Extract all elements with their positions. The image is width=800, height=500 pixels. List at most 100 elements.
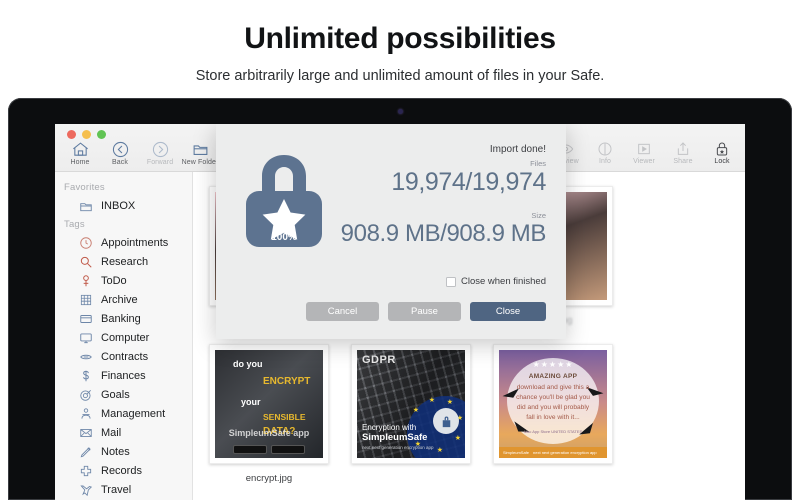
home-icon — [72, 141, 89, 158]
sidebar-header-favorites: Favorites — [64, 182, 105, 193]
sidebar-label-goals: Goals — [101, 388, 130, 401]
sidebar-item-appointments[interactable]: Appointments — [55, 233, 192, 252]
sidebar-label-appointments: Appointments — [101, 236, 169, 249]
close-button[interactable]: Close — [470, 302, 546, 321]
sidebar-item-research[interactable]: Research — [55, 252, 192, 271]
sidebar-label-mail: Mail — [101, 426, 122, 439]
sidebar-item-management[interactable]: Management — [55, 404, 192, 423]
toolbar-button-share[interactable]: Share — [668, 141, 698, 165]
forward-icon — [152, 141, 169, 158]
toolbar-button-lock[interactable]: Lock — [707, 141, 737, 165]
archive-icon — [79, 293, 93, 307]
promo-header: Unlimited possibilities Store arbitraril… — [0, 0, 800, 84]
pause-button[interactable]: Pause — [388, 302, 461, 321]
share-icon — [675, 141, 691, 157]
folder-icon — [79, 199, 93, 213]
progress-lock-icon: 100% — [242, 149, 326, 254]
sidebar-item-records[interactable]: Records — [55, 461, 192, 480]
sidebar-item-finances[interactable]: Finances — [55, 366, 192, 385]
sidebar-label-management: Management — [101, 407, 166, 420]
sidebar-header-tags: Tags — [64, 219, 85, 230]
sidebar-item-computer[interactable]: Computer — [55, 328, 192, 347]
sidebar-item-notes[interactable]: Notes — [55, 442, 192, 461]
amazing-source: Mac App Store UNITED STATES — [523, 429, 583, 434]
sidebar-label-todo: ToDo — [101, 274, 127, 287]
sidebar-label-travel: Travel — [101, 483, 132, 496]
mac-app-store-badge — [233, 445, 267, 454]
card-icon — [79, 312, 93, 326]
sidebar-item-goals[interactable]: Goals — [55, 385, 192, 404]
sidebar-label-inbox: INBOX — [101, 199, 136, 212]
encrypt-brand: SimpleumSafe app — [228, 428, 310, 438]
close-when-finished-label: Close when finished — [460, 276, 546, 287]
amazing-footer-brand: SimpleumSafe — [503, 450, 530, 455]
clock-icon — [79, 236, 93, 250]
toolbar-label-lock: Lock — [714, 158, 730, 165]
sidebar-label-archive: Archive — [101, 293, 138, 306]
thumbnail-art-amazing: ★★★★★ AMAZING APP download and give this… — [499, 350, 607, 458]
plus-icon — [79, 464, 93, 478]
encrypt-line4: SENSIBLE — [263, 412, 306, 422]
gdpr-badge: GDPR — [362, 354, 396, 366]
file-item-encrypt[interactable]: do you ENCRYPT your SENSIBLE DATA? Simpl… — [209, 344, 329, 484]
sidebar-label-records: Records — [101, 464, 142, 477]
close-when-finished-row[interactable]: Close when finished — [445, 276, 546, 287]
gdpr-line3: next next generation encryption app — [362, 445, 434, 450]
toolbar-button-new-folder[interactable]: New Folder — [182, 141, 218, 166]
toolbar-label-new-folder: New Folder — [181, 159, 219, 166]
file-thumbnail[interactable]: do you ENCRYPT your SENSIBLE DATA? Simpl… — [209, 344, 329, 464]
thumbnail-art-encrypt: do you ENCRYPT your SENSIBLE DATA? Simpl… — [215, 350, 323, 458]
toolbar-label-back: Back — [112, 159, 128, 166]
app-store-badges — [215, 445, 323, 454]
target-icon — [79, 388, 93, 402]
lock-icon — [714, 141, 730, 157]
dialog-buttons: Cancel Pause Close — [306, 302, 546, 321]
import-status: Import done! — [489, 144, 546, 155]
eu-star-icon: ★ — [428, 397, 435, 404]
file-thumbnail[interactable]: GDPR ★ ★ ★ ★ ★ ★ ★ Encryption with Simpl… — [351, 344, 471, 464]
pencil-icon — [79, 445, 93, 459]
progress-percent: 100% — [271, 232, 297, 243]
shield-lock-icon — [433, 408, 459, 434]
sidebar-item-archive[interactable]: Archive — [55, 290, 192, 309]
amazing-footer-bar: SimpleumSafe next next generation encryp… — [499, 447, 607, 458]
toolbar-button-home[interactable]: Home — [65, 141, 95, 166]
toolbar-label-forward: Forward — [146, 159, 174, 166]
contract-icon — [79, 350, 93, 364]
amazing-footer-text: next next generation encryption app — [533, 450, 597, 455]
eu-star-icon: ★ — [446, 399, 453, 406]
file-item-amazing[interactable]: ★★★★★ AMAZING APP download and give this… — [493, 344, 613, 484]
toolbar-button-viewer[interactable]: Viewer — [629, 141, 659, 165]
play-icon — [636, 141, 652, 157]
sidebar-label-notes: Notes — [101, 445, 130, 458]
cancel-button[interactable]: Cancel — [306, 302, 379, 321]
gdpr-line2: SimpleumSafe — [362, 432, 428, 443]
sidebar-item-contracts[interactable]: Contracts — [55, 347, 192, 366]
toolbar-label-share: Share — [673, 158, 693, 165]
sidebar-label-research: Research — [101, 255, 149, 268]
sidebar-item-travel[interactable]: Travel — [55, 480, 192, 499]
app-store-badge — [271, 445, 305, 454]
file-thumbnail[interactable]: ★★★★★ AMAZING APP download and give this… — [493, 344, 613, 464]
eu-star-icon: ★ — [436, 447, 443, 454]
sidebar-item-todo[interactable]: ToDo — [55, 271, 192, 290]
file-item-gdpr[interactable]: GDPR ★ ★ ★ ★ ★ ★ ★ Encryption with Simpl… — [351, 344, 471, 484]
toolbar-label-home: Home — [70, 159, 90, 166]
sidebar-label-contracts: Contracts — [101, 350, 149, 363]
encrypt-line3: your — [241, 397, 261, 407]
sidebar-item-banking[interactable]: Banking — [55, 309, 192, 328]
eu-star-icon: ★ — [412, 407, 419, 414]
toolbar-button-forward[interactable]: Forward — [145, 141, 175, 166]
people-icon — [79, 407, 93, 421]
toolbar-label-info: Info — [598, 158, 612, 165]
sidebar-item-mail[interactable]: Mail — [55, 423, 192, 442]
page-title: Unlimited possibilities — [244, 22, 556, 55]
toolbar-button-back[interactable]: Back — [105, 141, 135, 166]
pin-icon — [79, 274, 93, 288]
page-subtitle: Store arbitrarily large and unlimited am… — [195, 68, 605, 84]
toolbar-button-info[interactable]: Info — [590, 141, 620, 165]
sidebar-item-inbox[interactable]: INBOX — [55, 196, 192, 215]
file-name: encrypt.jpg — [245, 473, 293, 484]
close-when-finished-checkbox[interactable] — [445, 276, 456, 287]
files-stat-value: 19,974/19,974 — [391, 167, 546, 196]
